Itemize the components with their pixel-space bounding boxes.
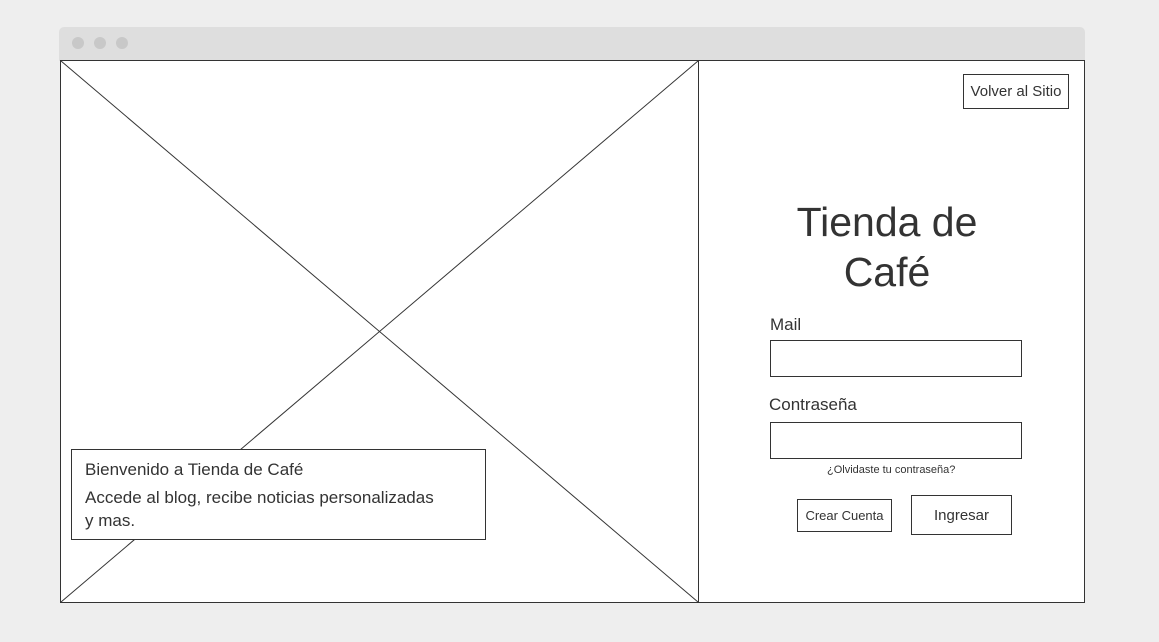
page-title: Tienda de Café	[796, 199, 978, 295]
welcome-text: Accede al blog, recibe noticias personal…	[85, 488, 434, 530]
forgot-password-link[interactable]: ¿Olvidaste tu contraseña?	[827, 464, 955, 476]
browser-titlebar	[59, 27, 1085, 61]
close-dot-icon[interactable]	[72, 37, 84, 49]
hero-image-placeholder: Bienvenido a Tienda de Café Accede al bl…	[61, 61, 699, 602]
maximize-dot-icon[interactable]	[116, 37, 128, 49]
minimize-dot-icon[interactable]	[94, 37, 106, 49]
browser-window: Bienvenido a Tienda de Café Accede al bl…	[59, 27, 1085, 603]
login-submit-button[interactable]: Ingresar	[911, 495, 1012, 535]
back-to-site-button[interactable]: Volver al Sitio	[963, 74, 1069, 109]
welcome-card: Bienvenido a Tienda de Café Accede al bl…	[71, 449, 486, 540]
create-account-button[interactable]: Crear Cuenta	[797, 499, 892, 532]
password-label: Contraseña	[769, 395, 857, 414]
password-input[interactable]	[770, 422, 1022, 459]
mail-label: Mail	[770, 315, 802, 334]
welcome-title: Bienvenido a Tienda de Café	[85, 460, 304, 479]
mail-input[interactable]	[770, 340, 1022, 377]
page-content: Bienvenido a Tienda de Café Accede al bl…	[60, 60, 1085, 603]
